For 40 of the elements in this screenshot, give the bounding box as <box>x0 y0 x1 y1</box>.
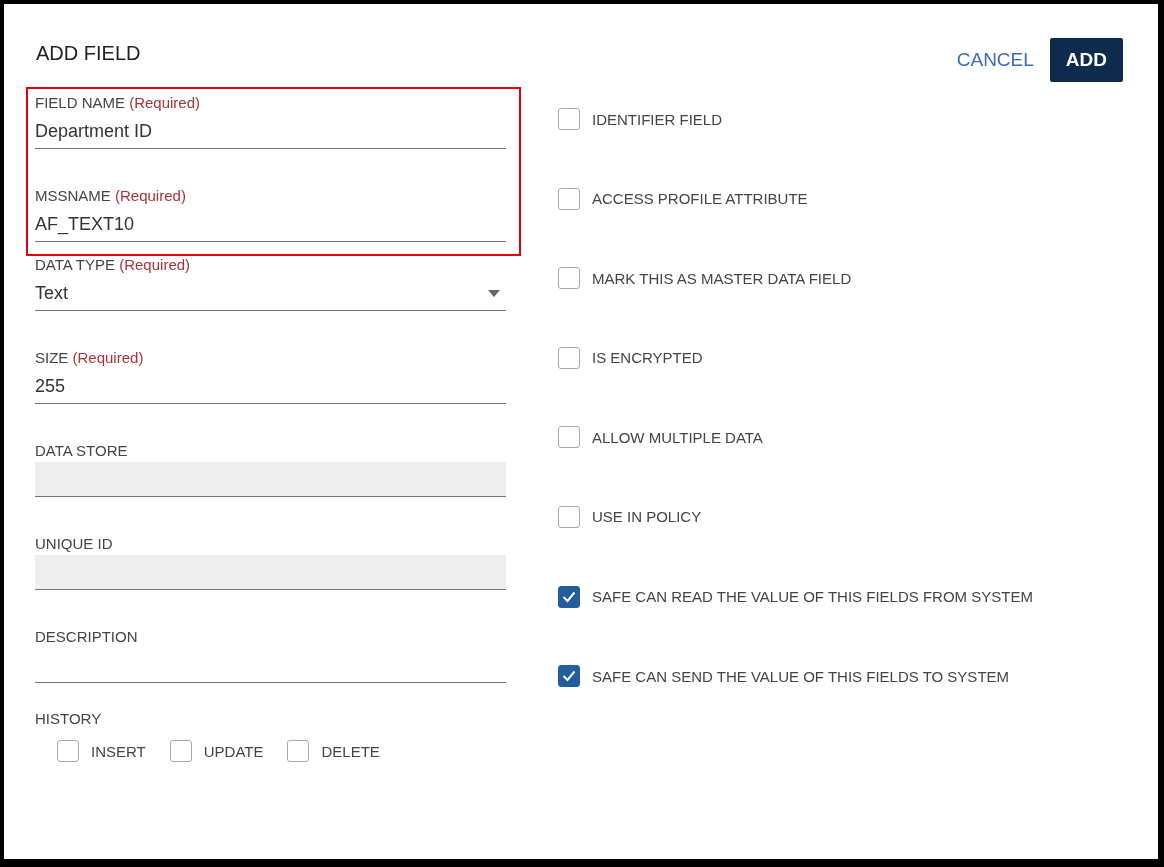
field-label: DATA STORE <box>35 442 129 461</box>
check-icon <box>562 670 576 683</box>
checkbox[interactable] <box>57 740 79 762</box>
checkbox[interactable] <box>558 346 580 369</box>
field-label: FIELD NAME (Required) <box>35 94 202 113</box>
checkbox-label: DELETE <box>321 742 380 760</box>
field-label: SIZE (Required) <box>35 349 145 368</box>
checkbox[interactable] <box>287 740 310 762</box>
checkbox-label: SAFE CAN SEND THE VALUE OF THIS FIELDS TO SYSTEM <box>592 667 1010 685</box>
checkbox[interactable] <box>558 665 580 688</box>
field-label: MSSNAME (Required) <box>35 187 187 206</box>
checkbox-label: IDENTIFIER FIELD <box>592 110 722 128</box>
dialog-title: ADD FIELD <box>36 42 142 66</box>
checkbox-label: MARK THIS AS MASTER DATA FIELD <box>592 269 852 287</box>
checkbox-label: SAFE CAN READ THE VALUE OF THIS FIELDS FROM SYSTEM <box>592 588 1033 606</box>
checkbox[interactable] <box>169 740 192 762</box>
cancel-button[interactable]: CANCEL <box>956 43 1034 77</box>
checkbox-label: UPDATE <box>203 742 264 760</box>
checkbox[interactable] <box>558 585 580 608</box>
checkbox[interactable] <box>558 108 580 130</box>
checkbox-label: IS ENCRYPTED <box>592 349 703 367</box>
check-icon <box>562 590 576 603</box>
field-label: DESCRIPTION <box>35 628 139 647</box>
checkbox[interactable] <box>558 187 580 210</box>
checkbox-label: ACCESS PROFILE ATTRIBUTE <box>592 190 808 208</box>
field-label: UNIQUE ID <box>35 535 114 554</box>
checkbox-label: ALLOW MULTIPLE DATA <box>592 428 763 446</box>
checkbox[interactable] <box>558 267 580 290</box>
input-field[interactable]: 255 <box>35 369 506 404</box>
field-label: DATA TYPE (Required) <box>35 256 192 275</box>
add-button[interactable]: ADD <box>1049 38 1123 82</box>
checkbox-label: INSERT <box>91 742 146 760</box>
input-field[interactable]: Department ID <box>35 114 506 149</box>
input-field[interactable]: AF_TEXT10 <box>35 207 506 242</box>
checkbox-label: USE IN POLICY <box>592 508 702 526</box>
checkbox[interactable] <box>558 505 580 528</box>
caret-icon <box>488 289 500 297</box>
history-label: HISTORY <box>35 710 103 729</box>
checkbox[interactable] <box>558 426 580 449</box>
dropdown-field[interactable]: Text <box>35 276 506 311</box>
